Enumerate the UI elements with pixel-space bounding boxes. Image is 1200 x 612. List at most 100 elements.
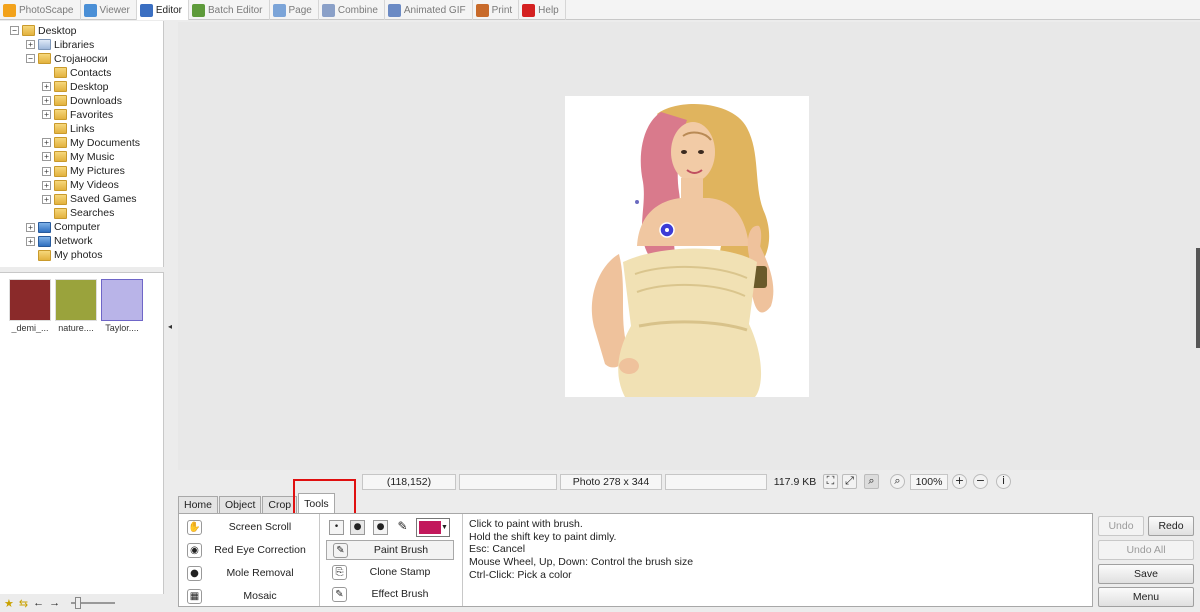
slider-knob[interactable]: [75, 597, 82, 609]
photo-canvas[interactable]: [178, 22, 1200, 470]
brush-color-picker[interactable]: ▼: [416, 518, 450, 537]
tool-label: Mosaic: [243, 590, 277, 602]
tree-item-network[interactable]: + Network: [26, 235, 93, 248]
panel-tab-tools[interactable]: Tools: [298, 493, 335, 513]
fit-screen-icon[interactable]: ⛶: [823, 474, 838, 489]
tab-editor[interactable]: Editor: [136, 0, 190, 20]
thumbnail-size-slider[interactable]: [71, 597, 116, 609]
zoom-in-icon[interactable]: +: [952, 474, 967, 489]
expand-icon[interactable]: +: [42, 180, 51, 190]
brush-size-small-button[interactable]: •: [329, 520, 344, 535]
expand-icon[interactable]: +: [42, 96, 51, 106]
scroll-edge: [1196, 248, 1200, 348]
redo-button[interactable]: Redo: [1148, 516, 1194, 536]
collapse-icon[interactable]: −: [10, 26, 19, 35]
tree-item-desktop[interactable]: + Desktop: [42, 80, 109, 93]
brush-size-medium-button[interactable]: ●: [350, 520, 365, 535]
tree-item-desktop[interactable]: − Desktop: [10, 24, 77, 37]
back-arrow-icon[interactable]: ←: [33, 597, 44, 609]
expand-icon[interactable]: +: [42, 110, 51, 120]
tree-item-links[interactable]: Links: [42, 122, 95, 135]
tool-mosaic[interactable]: ▦ Mosaic: [187, 586, 310, 606]
file-size: 117.9 KB: [773, 476, 817, 488]
tool-mole-removal[interactable]: ● Mole Removal: [187, 563, 310, 583]
brush-tool-paint-brush[interactable]: ✎ Paint Brush: [326, 540, 454, 560]
thumbnail-panel: _demi_... nature.... Taylor....: [0, 272, 164, 594]
tree-item-label: My Music: [70, 150, 115, 163]
computer-icon: [38, 235, 51, 247]
tree-item-my-documents[interactable]: + My Documents: [42, 136, 140, 149]
panel-tab-crop[interactable]: Crop: [262, 496, 298, 513]
tree-item-favorites[interactable]: + Favorites: [42, 108, 113, 121]
tool-red-eye-correction[interactable]: ◉ Red Eye Correction: [187, 540, 310, 560]
thumbnail-item[interactable]: _demi_...: [8, 279, 52, 333]
expand-icon[interactable]: +: [42, 82, 51, 92]
zoom-fit-icon[interactable]: ⌕: [864, 474, 879, 489]
expand-icon[interactable]: +: [42, 194, 51, 204]
tab-viewer[interactable]: Viewer: [81, 0, 137, 20]
brush-size-large-button[interactable]: ●: [373, 520, 388, 535]
collapse-icon[interactable]: −: [26, 54, 35, 64]
zoom-out-icon[interactable]: −: [973, 474, 988, 489]
tool-screen-scroll[interactable]: ✋ Screen Scroll: [187, 517, 310, 537]
forward-arrow-icon[interactable]: →: [49, 597, 60, 609]
page-icon: [272, 3, 286, 17]
expand-icon[interactable]: +: [26, 236, 35, 246]
tree-item-saved-games[interactable]: + Saved Games: [42, 193, 137, 206]
tree-item-downloads[interactable]: + Downloads: [42, 94, 122, 107]
tree-item-contacts[interactable]: Contacts: [42, 66, 111, 79]
expand-icon[interactable]: +: [42, 166, 51, 176]
undo-button[interactable]: Undo: [1098, 516, 1144, 536]
tool-description: Click to paint with brush. Hold the shift…: [469, 518, 693, 582]
tab-animated-gif[interactable]: Animated GIF: [385, 0, 473, 20]
save-button[interactable]: Save: [1098, 564, 1194, 584]
collapse-arrow-icon[interactable]: ◂: [165, 296, 175, 356]
viewer-icon: [83, 3, 97, 17]
tree-item-label: Computer: [54, 221, 101, 234]
undo-all-button[interactable]: Undo All: [1098, 540, 1194, 560]
tab-photoscape[interactable]: PhotoScape: [0, 0, 81, 20]
brush-tool-clone-stamp[interactable]: ⎘ Clone Stamp: [326, 562, 454, 582]
status-empty-field-2: [665, 474, 767, 490]
menu-button[interactable]: Menu: [1098, 587, 1194, 607]
tree-item-my-pictures[interactable]: + My Pictures: [42, 165, 125, 178]
tree-item-label: Desktop: [38, 24, 77, 37]
animated-gif-icon: [387, 3, 401, 17]
panel-tab-home[interactable]: Home: [178, 496, 219, 513]
dropdown-arrow-icon: ▼: [441, 524, 448, 531]
expand-icon[interactable]: +: [26, 40, 35, 50]
tree-item-libraries[interactable]: + Libraries: [26, 38, 94, 51]
clone-stamp-icon: ⎘: [332, 564, 347, 580]
tab-label: Editor: [155, 4, 183, 16]
thumbnail-item[interactable]: nature....: [54, 279, 98, 333]
zoom-window-icon[interactable]: ⌕: [890, 474, 905, 489]
tree-item-my-music[interactable]: + My Music: [42, 150, 114, 163]
tree-item-[interactable]: − Стојаноски: [26, 52, 108, 65]
folder-icon: [54, 137, 67, 149]
panel-tab-object[interactable]: Object: [219, 496, 262, 513]
expand-icon[interactable]: +: [26, 222, 35, 232]
tree-item-searches[interactable]: Searches: [42, 207, 114, 220]
folder-refresh-icon[interactable]: ⇆: [19, 597, 28, 610]
tree-item-my-videos[interactable]: + My Videos: [42, 179, 119, 192]
tool-label: Mole Removal: [226, 567, 294, 579]
tab-page[interactable]: Page: [270, 0, 319, 20]
star-icon[interactable]: ★: [4, 597, 14, 610]
tree-item-my-photos[interactable]: My photos: [26, 249, 102, 262]
actual-size-icon[interactable]: ⤢: [842, 474, 857, 489]
tab-combine[interactable]: Combine: [319, 0, 385, 20]
tab-help[interactable]: Help: [519, 0, 566, 20]
expand-icon[interactable]: +: [42, 138, 51, 148]
tree-item-computer[interactable]: + Computer: [26, 221, 100, 234]
eyedropper-icon[interactable]: ✎: [395, 520, 410, 535]
edited-photo[interactable]: [565, 96, 809, 397]
tool-label: Screen Scroll: [228, 521, 292, 533]
tab-batch-editor[interactable]: Batch Editor: [189, 0, 270, 20]
thumbnail-item[interactable]: Taylor....: [100, 279, 144, 333]
expand-icon[interactable]: +: [42, 152, 51, 162]
tab-print[interactable]: Print: [473, 0, 520, 20]
brush-tool-effect-brush[interactable]: ✎ Effect Brush: [326, 584, 454, 604]
folder-icon: [38, 249, 51, 261]
info-icon[interactable]: i: [996, 474, 1011, 489]
